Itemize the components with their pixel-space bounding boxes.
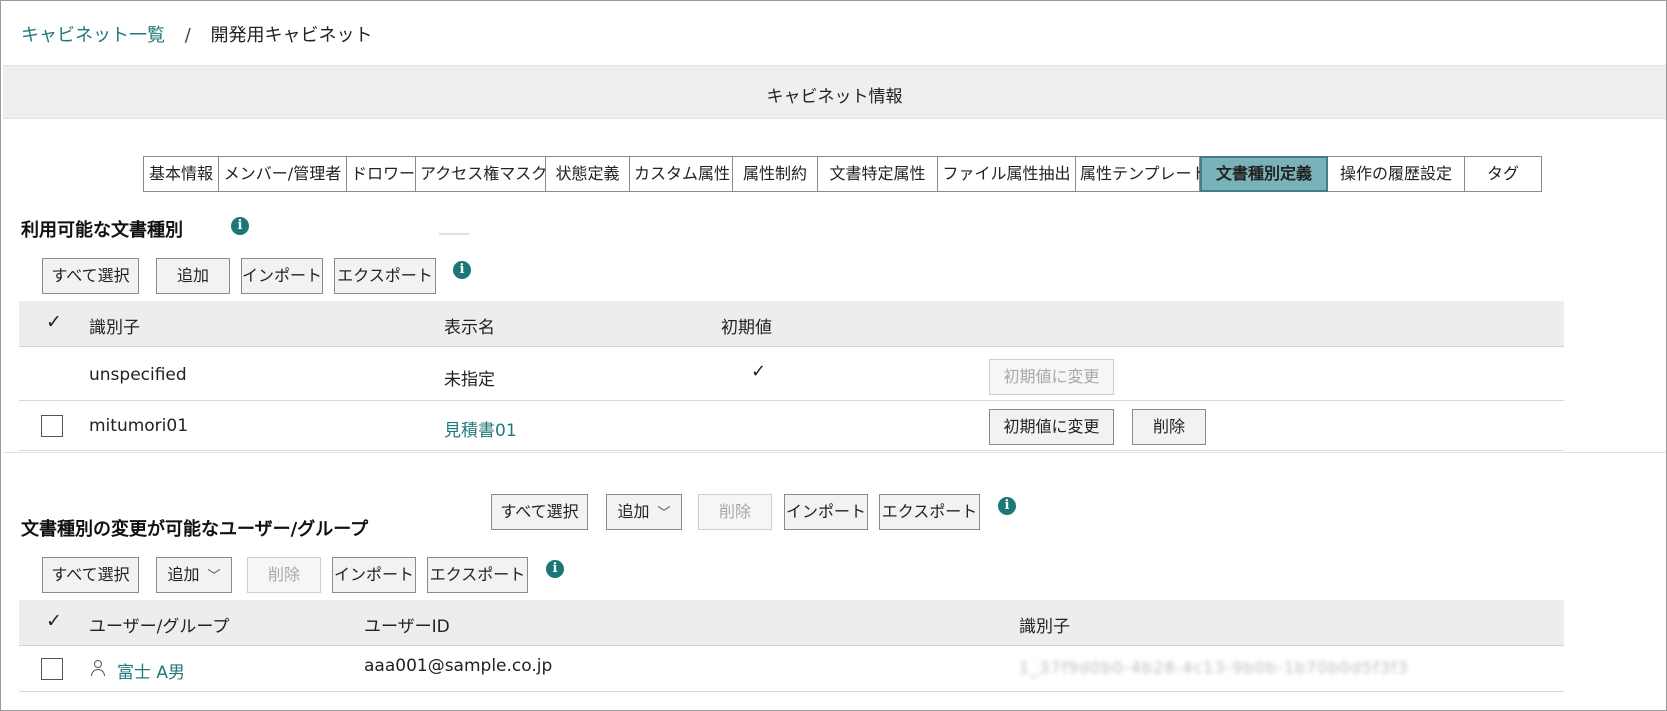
chevron-down-icon: ﹀	[207, 569, 221, 584]
divider-mark	[439, 233, 469, 235]
section-divider	[3, 452, 1666, 453]
redacted-identifier: 1_37f9d0b0-4b28-4c13-9b0b-1b70b0d5f3f3	[1019, 658, 1409, 677]
breadcrumb: キャビネット一覧 / 開発用キャビネット	[21, 21, 373, 47]
set-default-button[interactable]: 初期値に変更	[989, 409, 1114, 445]
tab-tags[interactable]: タグ	[1465, 156, 1542, 192]
tab-attribute-constraints[interactable]: 属性制約	[733, 156, 818, 192]
users-heading: 文書種別の変更が可能なユーザー/グループ	[21, 519, 369, 540]
column-user-group: ユーザー/グループ	[89, 617, 230, 637]
set-default-button[interactable]: 初期値に変更	[989, 359, 1114, 395]
row-identifier: unspecified	[89, 365, 187, 385]
row-identifier: mitumori01	[89, 416, 189, 436]
users-upper-export-button[interactable]: エクスポート	[879, 494, 980, 530]
check-all-icon[interactable]: ✓	[46, 311, 62, 333]
users-delete-button[interactable]: 削除	[247, 557, 321, 593]
tab-doc-type-definition[interactable]: 文書種別定義	[1200, 156, 1328, 192]
users-upper-import-button[interactable]: インポート	[784, 494, 868, 530]
column-user-id: ユーザーID	[364, 617, 450, 637]
tab-members[interactable]: メンバー/管理者	[219, 156, 347, 192]
breadcrumb-cabinet-list-link[interactable]: キャビネット一覧	[21, 25, 165, 46]
doc-types-table-header: ✓ 識別子 表示名 初期値	[19, 301, 1564, 347]
users-upper-delete-button[interactable]: 削除	[698, 494, 772, 530]
tab-access-mask[interactable]: アクセス権マスク	[416, 156, 547, 192]
tab-attribute-template[interactable]: 属性テンプレート	[1076, 156, 1208, 192]
row-display-name: 未指定	[444, 370, 495, 390]
user-name-link[interactable]: 富士 A男	[117, 658, 185, 683]
info-icon[interactable]: i	[453, 261, 471, 279]
breadcrumb-current: 開発用キャビネット	[210, 25, 373, 46]
tab-file-attribute-extraction[interactable]: ファイル属性抽出	[938, 156, 1076, 192]
tab-drawer[interactable]: ドロワー	[347, 156, 416, 192]
add-dropdown-label: 追加	[167, 565, 200, 584]
info-icon[interactable]: i	[546, 560, 564, 578]
table-row: mitumori01 見積書01 初期値に変更 削除	[19, 401, 1564, 451]
users-select-all-button[interactable]: すべて選択	[42, 557, 139, 593]
section-title: キャビネット情報	[766, 87, 903, 107]
section-header-bar: キャビネット情報	[3, 65, 1666, 119]
row-checkbox[interactable]	[41, 415, 63, 437]
column-identifier: 識別子	[1019, 617, 1070, 637]
tab-custom-attributes[interactable]: カスタム属性	[630, 156, 733, 192]
default-check-icon: ✓	[751, 361, 767, 382]
doc-types-heading: 利用可能な文書種別	[21, 220, 183, 241]
users-export-button[interactable]: エクスポート	[427, 557, 528, 593]
users-add-dropdown[interactable]: 追加 ﹀	[156, 557, 232, 593]
info-icon[interactable]: i	[998, 497, 1016, 515]
page-frame: キャビネット一覧 / 開発用キャビネット キャビネット情報 基本情報 メンバー/…	[0, 0, 1667, 711]
table-row: 富士 A男 aaa001@sample.co.jp 1_37f9d0b0-4b2…	[19, 646, 1564, 692]
doc-types-export-button[interactable]: エクスポート	[334, 258, 436, 294]
user-icon	[91, 660, 105, 676]
tab-basic-info[interactable]: 基本情報	[143, 156, 219, 192]
chevron-down-icon: ﹀	[657, 506, 671, 521]
row-checkbox[interactable]	[41, 658, 63, 680]
column-identifier: 識別子	[89, 318, 140, 338]
column-default: 初期値	[721, 318, 772, 338]
tab-doc-specific-attributes[interactable]: 文書特定属性	[818, 156, 938, 192]
add-dropdown-label: 追加	[617, 502, 650, 521]
delete-button[interactable]: 削除	[1132, 409, 1206, 445]
users-table-header: ✓ ユーザー/グループ ユーザーID 識別子	[19, 600, 1564, 646]
row-display-name-link[interactable]: 見積書01	[444, 416, 517, 441]
users-import-button[interactable]: インポート	[332, 557, 416, 593]
breadcrumb-separator: /	[184, 25, 191, 46]
tab-state-definition[interactable]: 状態定義	[546, 156, 630, 192]
doc-types-add-button[interactable]: 追加	[156, 258, 230, 294]
doc-types-select-all-button[interactable]: すべて選択	[42, 258, 139, 294]
table-row: unspecified 未指定 ✓ 初期値に変更	[19, 347, 1564, 401]
tab-bar: 基本情報 メンバー/管理者 ドロワー アクセス権マスク 状態定義 カスタム属性 …	[143, 156, 1542, 192]
info-icon[interactable]: i	[231, 217, 249, 235]
column-display-name: 表示名	[444, 318, 495, 338]
users-upper-select-all-button[interactable]: すべて選択	[491, 494, 588, 530]
user-id: aaa001@sample.co.jp	[364, 656, 553, 676]
tab-operation-history[interactable]: 操作の履歴設定	[1328, 156, 1465, 192]
users-upper-add-dropdown[interactable]: 追加 ﹀	[606, 494, 682, 530]
doc-types-import-button[interactable]: インポート	[241, 258, 323, 294]
check-all-icon[interactable]: ✓	[46, 610, 62, 632]
